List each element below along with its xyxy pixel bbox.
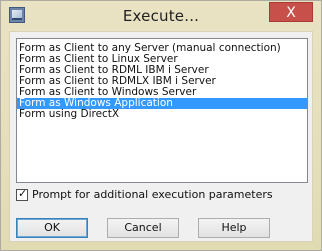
prompt-checkbox-label[interactable]: Prompt for additional execution paramete… — [32, 188, 273, 202]
execute-dialog-window: Execute... X Form as Client to any Serve… — [0, 0, 322, 251]
prompt-checkbox[interactable] — [16, 187, 28, 201]
list-item[interactable]: Form using DirectX — [17, 109, 307, 120]
title-bar[interactable]: Execute... X — [1, 1, 321, 31]
help-button[interactable]: Help — [198, 218, 270, 238]
dialog-body: Form as Client to any Server (manual con… — [9, 31, 313, 242]
ok-button[interactable]: OK — [16, 218, 88, 238]
close-button[interactable]: X — [269, 2, 313, 22]
cancel-button[interactable]: Cancel — [107, 218, 179, 238]
execution-mode-list[interactable]: Form as Client to any Server (manual con… — [16, 38, 308, 183]
